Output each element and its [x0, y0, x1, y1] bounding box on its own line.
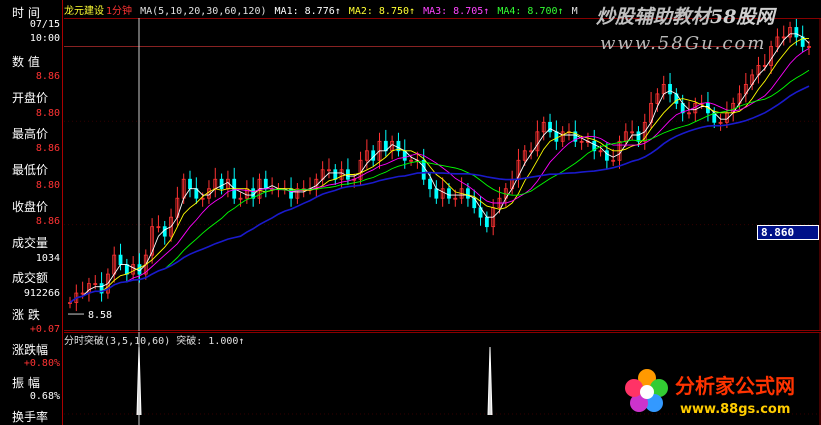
panel-label: 收盘价	[12, 200, 49, 214]
panel-value: +0.07	[29, 324, 60, 335]
panel-label: 成交额	[12, 271, 49, 285]
candle-body	[124, 264, 129, 275]
ma2-value: MA2: 8.750↑	[348, 6, 416, 17]
watermark-88gs-url: www.88gs.com	[680, 402, 791, 417]
candle-body	[118, 254, 123, 266]
watermark-58gu-url: www.58Gu.com	[600, 33, 767, 54]
panel-value: 8.86	[35, 143, 60, 154]
panel-label: 开盘价	[12, 91, 49, 105]
ma3-line	[69, 48, 810, 303]
panel-label: 最高价	[12, 127, 49, 141]
ma5-line	[69, 85, 810, 304]
candle-body	[428, 178, 432, 190]
indicator-name[interactable]: 分时突破(3,5,10,60)	[64, 336, 170, 347]
panel-label: 涨 跌	[12, 308, 40, 322]
stock-name[interactable]: 龙元建设	[64, 6, 104, 17]
candle-body	[636, 131, 641, 142]
candle-body	[434, 188, 439, 199]
candle-body	[668, 83, 672, 95]
ma-definition: MA(5,10,20,30,60,120)	[140, 6, 267, 17]
candle-body	[548, 121, 552, 133]
panel-value: 8.86	[35, 71, 60, 82]
candle-body	[421, 159, 426, 180]
panel-value: 10:00	[29, 33, 60, 44]
candle-body	[447, 188, 451, 199]
panel-label: 涨跌幅	[12, 343, 49, 357]
ma2-line	[69, 38, 809, 303]
kline-chart[interactable]: 8.58	[64, 18, 821, 331]
current-price-marker: 8.860	[757, 225, 819, 240]
ma1-value: MA1: 8.776↑	[274, 6, 341, 17]
ma3-value: MA3: 8.705↑	[423, 6, 490, 17]
panel-value: 07/15	[29, 19, 60, 30]
info-panel: 时 间 07/15 10:00 数 值 8.86 开盘价 8.80 最高价 8.86 最低价 8.8…	[0, 0, 63, 425]
panel-value: 8.80	[35, 180, 60, 191]
panel-label: 成交量	[12, 236, 49, 250]
panel-label: 数 值	[12, 55, 40, 69]
candle-body	[219, 178, 224, 190]
panel-value: 8.86	[35, 216, 60, 227]
ma4-value: MA4: 8.700↑	[497, 6, 564, 17]
candle-body	[466, 188, 470, 199]
panel-label: 换手率	[12, 410, 49, 424]
candle-body	[554, 131, 559, 142]
flower-logo-icon	[625, 369, 668, 412]
watermark-58gu-title: 炒股辅助教材58股网	[596, 2, 774, 29]
ma1-line	[69, 33, 810, 303]
indicator-header: 分时突破(3,5,10,60) 突破: 1.000↑	[64, 332, 245, 347]
panel-label: 振 幅	[12, 376, 40, 390]
breakout-spike	[136, 346, 142, 416]
panel-label: 最低价	[12, 163, 49, 177]
watermark-88gs-title: 分析家公式网	[675, 374, 795, 398]
panel-value: 0.68%	[29, 391, 60, 402]
panel-value: +0.80%	[23, 358, 60, 369]
candle-body	[333, 169, 338, 180]
ma-more: M	[571, 6, 578, 17]
indicator-value: 突破: 1.000↑	[176, 336, 245, 347]
chart-header: 龙元建设 1分钟 MA(5,10,20,30,60,120) MA1: 8.776…	[64, 2, 580, 18]
period-label[interactable]: 1分钟	[106, 6, 132, 17]
breakout-spike	[487, 346, 493, 416]
panel-value: 8.80	[35, 108, 60, 119]
panel-value: 1034	[35, 253, 60, 264]
candle-body	[188, 178, 192, 190]
watermark-text-a: 炒股辅助教材	[596, 6, 711, 28]
watermark-text-b: 58股网	[710, 6, 775, 28]
candle-body	[263, 178, 268, 190]
candle-body	[484, 216, 489, 228]
candle-body	[794, 27, 799, 38]
low-marker-label: 8.58	[88, 310, 112, 321]
panel-value: 912266	[23, 288, 60, 299]
